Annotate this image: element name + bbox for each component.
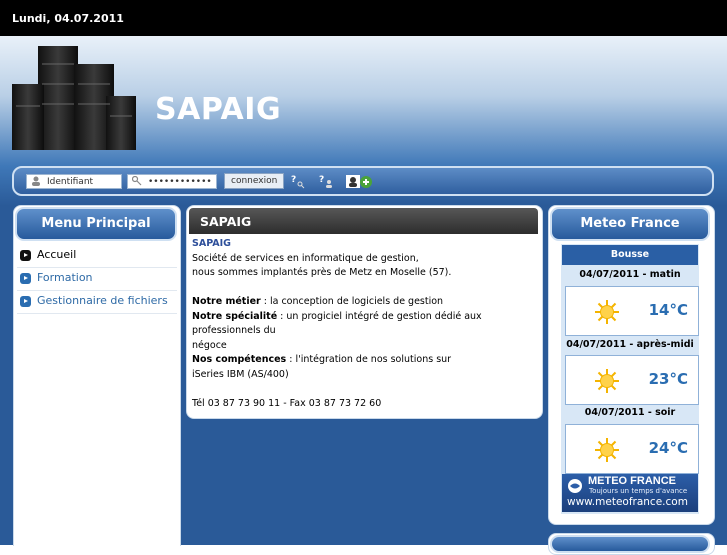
article-title: SAPAIG — [200, 214, 252, 229]
forecast-date: 04/07/2011 - après-midi — [566, 339, 694, 350]
specialite-label: Notre spécialité — [192, 310, 278, 322]
forecast-temp: 23°C — [648, 370, 688, 388]
logo-tagline: Toujours un temps d'avance — [589, 487, 688, 495]
sun-icon — [595, 300, 619, 324]
specialite-line: Notre spécialité : un progiciel intégré … — [192, 310, 537, 339]
article-line: Société de services en informatique de g… — [192, 252, 419, 264]
logo-url: www.meteofrance.com — [567, 496, 688, 508]
article-header: SAPAIG — [189, 208, 538, 234]
arrow-icon — [20, 296, 31, 307]
register-icon[interactable] — [345, 173, 375, 189]
metier-label: Notre métier — [192, 296, 261, 307]
menu-item-label: Accueil — [37, 248, 77, 261]
next-panel-head — [550, 535, 710, 553]
sun-icon — [595, 438, 619, 462]
menu-title: Menu Principal — [15, 207, 177, 241]
forgot-password-icon[interactable]: ? — [290, 173, 306, 189]
forecast-date: 04/07/2011 - soir — [584, 407, 676, 418]
specialite-line-2: négoce — [192, 339, 227, 351]
divider — [17, 313, 177, 314]
globe-icon — [568, 479, 582, 493]
forecast-temp: 14°C — [648, 301, 688, 319]
competences-line-2: iSeries IBM (AS/400) — [192, 368, 289, 380]
weather-city: Bousse — [562, 245, 698, 265]
logo-main-text: METEO FRANCE — [588, 475, 676, 487]
article-subtitle: SAPAIG — [192, 238, 231, 249]
svg-text:?: ? — [319, 175, 324, 185]
article-body: SAPAIG Société de services en informatiq… — [192, 237, 537, 411]
menu-item-label: Formation — [37, 271, 93, 284]
metier-text: : la conception de logiciels de gestion — [260, 296, 444, 307]
key-icon — [132, 176, 142, 186]
forecast-date: 04/07/2011 - matin — [579, 269, 681, 280]
competences-text: : l'intégration de nos solutions sur — [286, 354, 452, 365]
menu-item-label: Gestionnaire de fichiers — [37, 294, 168, 307]
password-value: •••••••••••• — [148, 177, 212, 187]
site-title: SAPAIG — [155, 92, 282, 127]
user-icon — [32, 176, 40, 186]
sun-icon — [595, 369, 619, 393]
menu-item-formation[interactable]: Formation — [17, 268, 179, 290]
article-line: nous sommes implantés près de Metz en Mo… — [192, 267, 452, 278]
forecast-temp: 24°C — [648, 439, 688, 457]
arrow-icon — [20, 273, 31, 284]
username-placeholder: Identifiant — [47, 177, 94, 187]
current-date: Lundi, 04.07.2011 — [12, 12, 124, 25]
login-button[interactable]: connexion — [224, 173, 285, 189]
username-field[interactable]: Identifiant — [26, 174, 122, 189]
meteo-france-logo[interactable]: METEO FRANCE Toujours un temps d'avance … — [562, 474, 698, 512]
arrow-icon — [20, 250, 31, 261]
top-bar: Lundi, 04.07.2011 — [0, 0, 727, 36]
server-rack-image — [12, 46, 136, 150]
competences-label: Nos compétences — [192, 354, 287, 365]
menu-item-file-manager[interactable]: Gestionnaire de fichiers — [17, 291, 179, 313]
forecast-morning: 14°C — [565, 286, 699, 336]
svg-text:?: ? — [291, 175, 296, 185]
metier-line: Notre métier : la conception de logiciel… — [192, 295, 537, 310]
password-field[interactable]: •••••••••••• — [127, 174, 217, 189]
contact-line: Tél 03 87 73 90 11 - Fax 03 87 73 72 60 — [192, 397, 382, 409]
forecast-afternoon: 23°C — [565, 355, 699, 405]
forecast-evening: 24°C — [565, 424, 699, 474]
weather-title: Meteo France — [550, 207, 710, 241]
menu-item-accueil[interactable]: Accueil — [17, 245, 179, 267]
competences-line: Nos compétences : l'intégration de nos s… — [192, 353, 537, 368]
login-bar: Identifiant •••••••••••• connexion ? ? — [12, 166, 714, 196]
forgot-username-icon[interactable]: ? — [318, 173, 334, 189]
